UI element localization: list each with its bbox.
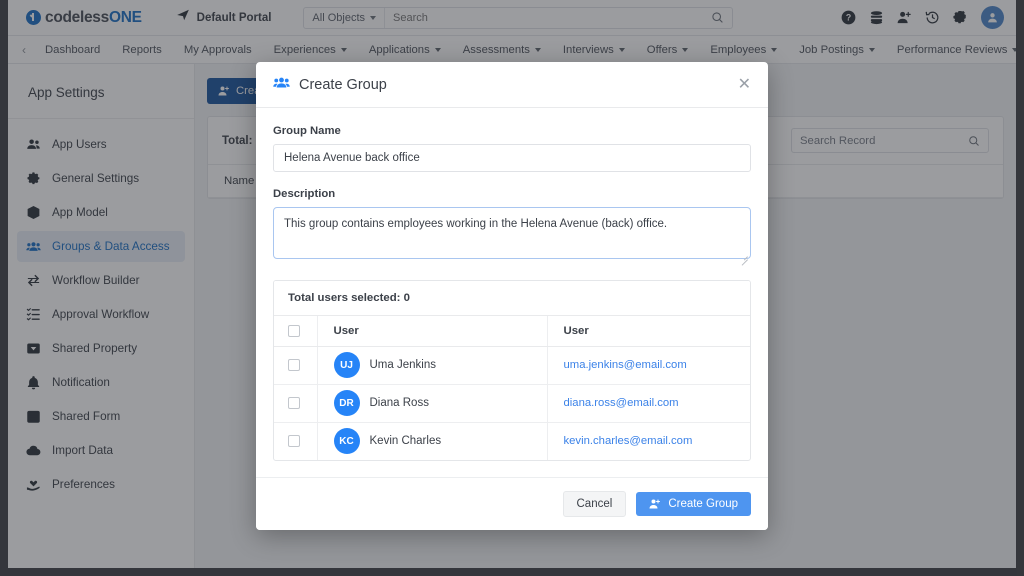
users-column-email: User: [546, 316, 750, 347]
description-label: Description: [273, 188, 336, 200]
user-email-link[interactable]: diana.ross@email.com: [564, 397, 679, 409]
row-select-cell: [274, 384, 317, 423]
user-email-link[interactable]: uma.jenkins@email.com: [564, 359, 687, 371]
row-select-cell: [274, 346, 317, 385]
row-checkbox[interactable]: [288, 359, 300, 371]
user-name-label: Diana Ross: [369, 397, 429, 409]
avatar: UJ: [333, 352, 360, 378]
modal-title: Create Group: [299, 76, 387, 93]
user-email-cell: uma.jenkins@email.com: [546, 346, 750, 385]
description-textarea[interactable]: This group contains employees working in…: [273, 207, 751, 259]
user-email-cell: diana.ross@email.com: [546, 384, 750, 423]
users-table-head: User User: [274, 316, 750, 347]
users-selection-panel: Total users selected: 0 User User UJ Uma …: [273, 280, 751, 461]
user-name-label: Kevin Charles: [369, 435, 442, 448]
row-select-cell: [274, 422, 317, 460]
close-icon[interactable]: ✕: [738, 76, 751, 93]
users-table-header-row: User User: [274, 316, 750, 347]
user-email-link[interactable]: kevin.charles@email.com: [564, 435, 693, 447]
row-checkbox[interactable]: [288, 435, 300, 448]
users-column-name: User: [316, 316, 547, 347]
add-user-icon: [649, 499, 661, 509]
users-table: User User UJ Uma Jenkins uma.jenkins@email…: [274, 316, 750, 460]
user-name-label: Uma Jenkins: [369, 359, 436, 371]
select-all-checkbox[interactable]: [288, 324, 300, 337]
description-field-wrapper: This group contains employees working in…: [273, 207, 751, 266]
user-group-icon: [273, 74, 290, 96]
group-name-label: Group Name: [273, 125, 341, 137]
users-table-body: UJ Uma Jenkins uma.jenkins@email.com DR Dian…: [274, 346, 750, 460]
table-row[interactable]: KC Kevin Charles kevin.charles@email.com: [274, 422, 750, 460]
table-row[interactable]: DR Diana Ross diana.ross@email.com: [274, 384, 750, 423]
cancel-button[interactable]: Cancel: [562, 491, 627, 517]
submit-create-group-label: Create Group: [668, 498, 738, 510]
user-email-cell: kevin.charles@email.com: [546, 422, 750, 460]
user-name-cell: KC Kevin Charles: [316, 422, 547, 460]
modal-footer: Cancel Create Group: [256, 477, 768, 530]
table-row[interactable]: UJ Uma Jenkins uma.jenkins@email.com: [274, 346, 750, 385]
avatar: DR: [333, 390, 360, 416]
screen-root: codelessONE Default Portal All Objects S…: [0, 0, 1024, 576]
user-name-cell: DR Diana Ross: [316, 384, 547, 423]
select-all-header: [274, 316, 317, 347]
submit-create-group-button[interactable]: Create Group: [636, 492, 751, 516]
group-name-input[interactable]: [273, 144, 751, 172]
modal-body: Group Name Description This group contai…: [256, 108, 768, 461]
avatar: KC: [333, 428, 360, 455]
user-name-cell: UJ Uma Jenkins: [316, 346, 547, 385]
total-users-selected-label: Total users selected: 0: [274, 281, 750, 316]
create-group-modal: Create Group ✕ Group Name Description Th…: [256, 62, 768, 530]
row-checkbox[interactable]: [288, 397, 300, 409]
modal-header: Create Group ✕: [256, 62, 768, 108]
